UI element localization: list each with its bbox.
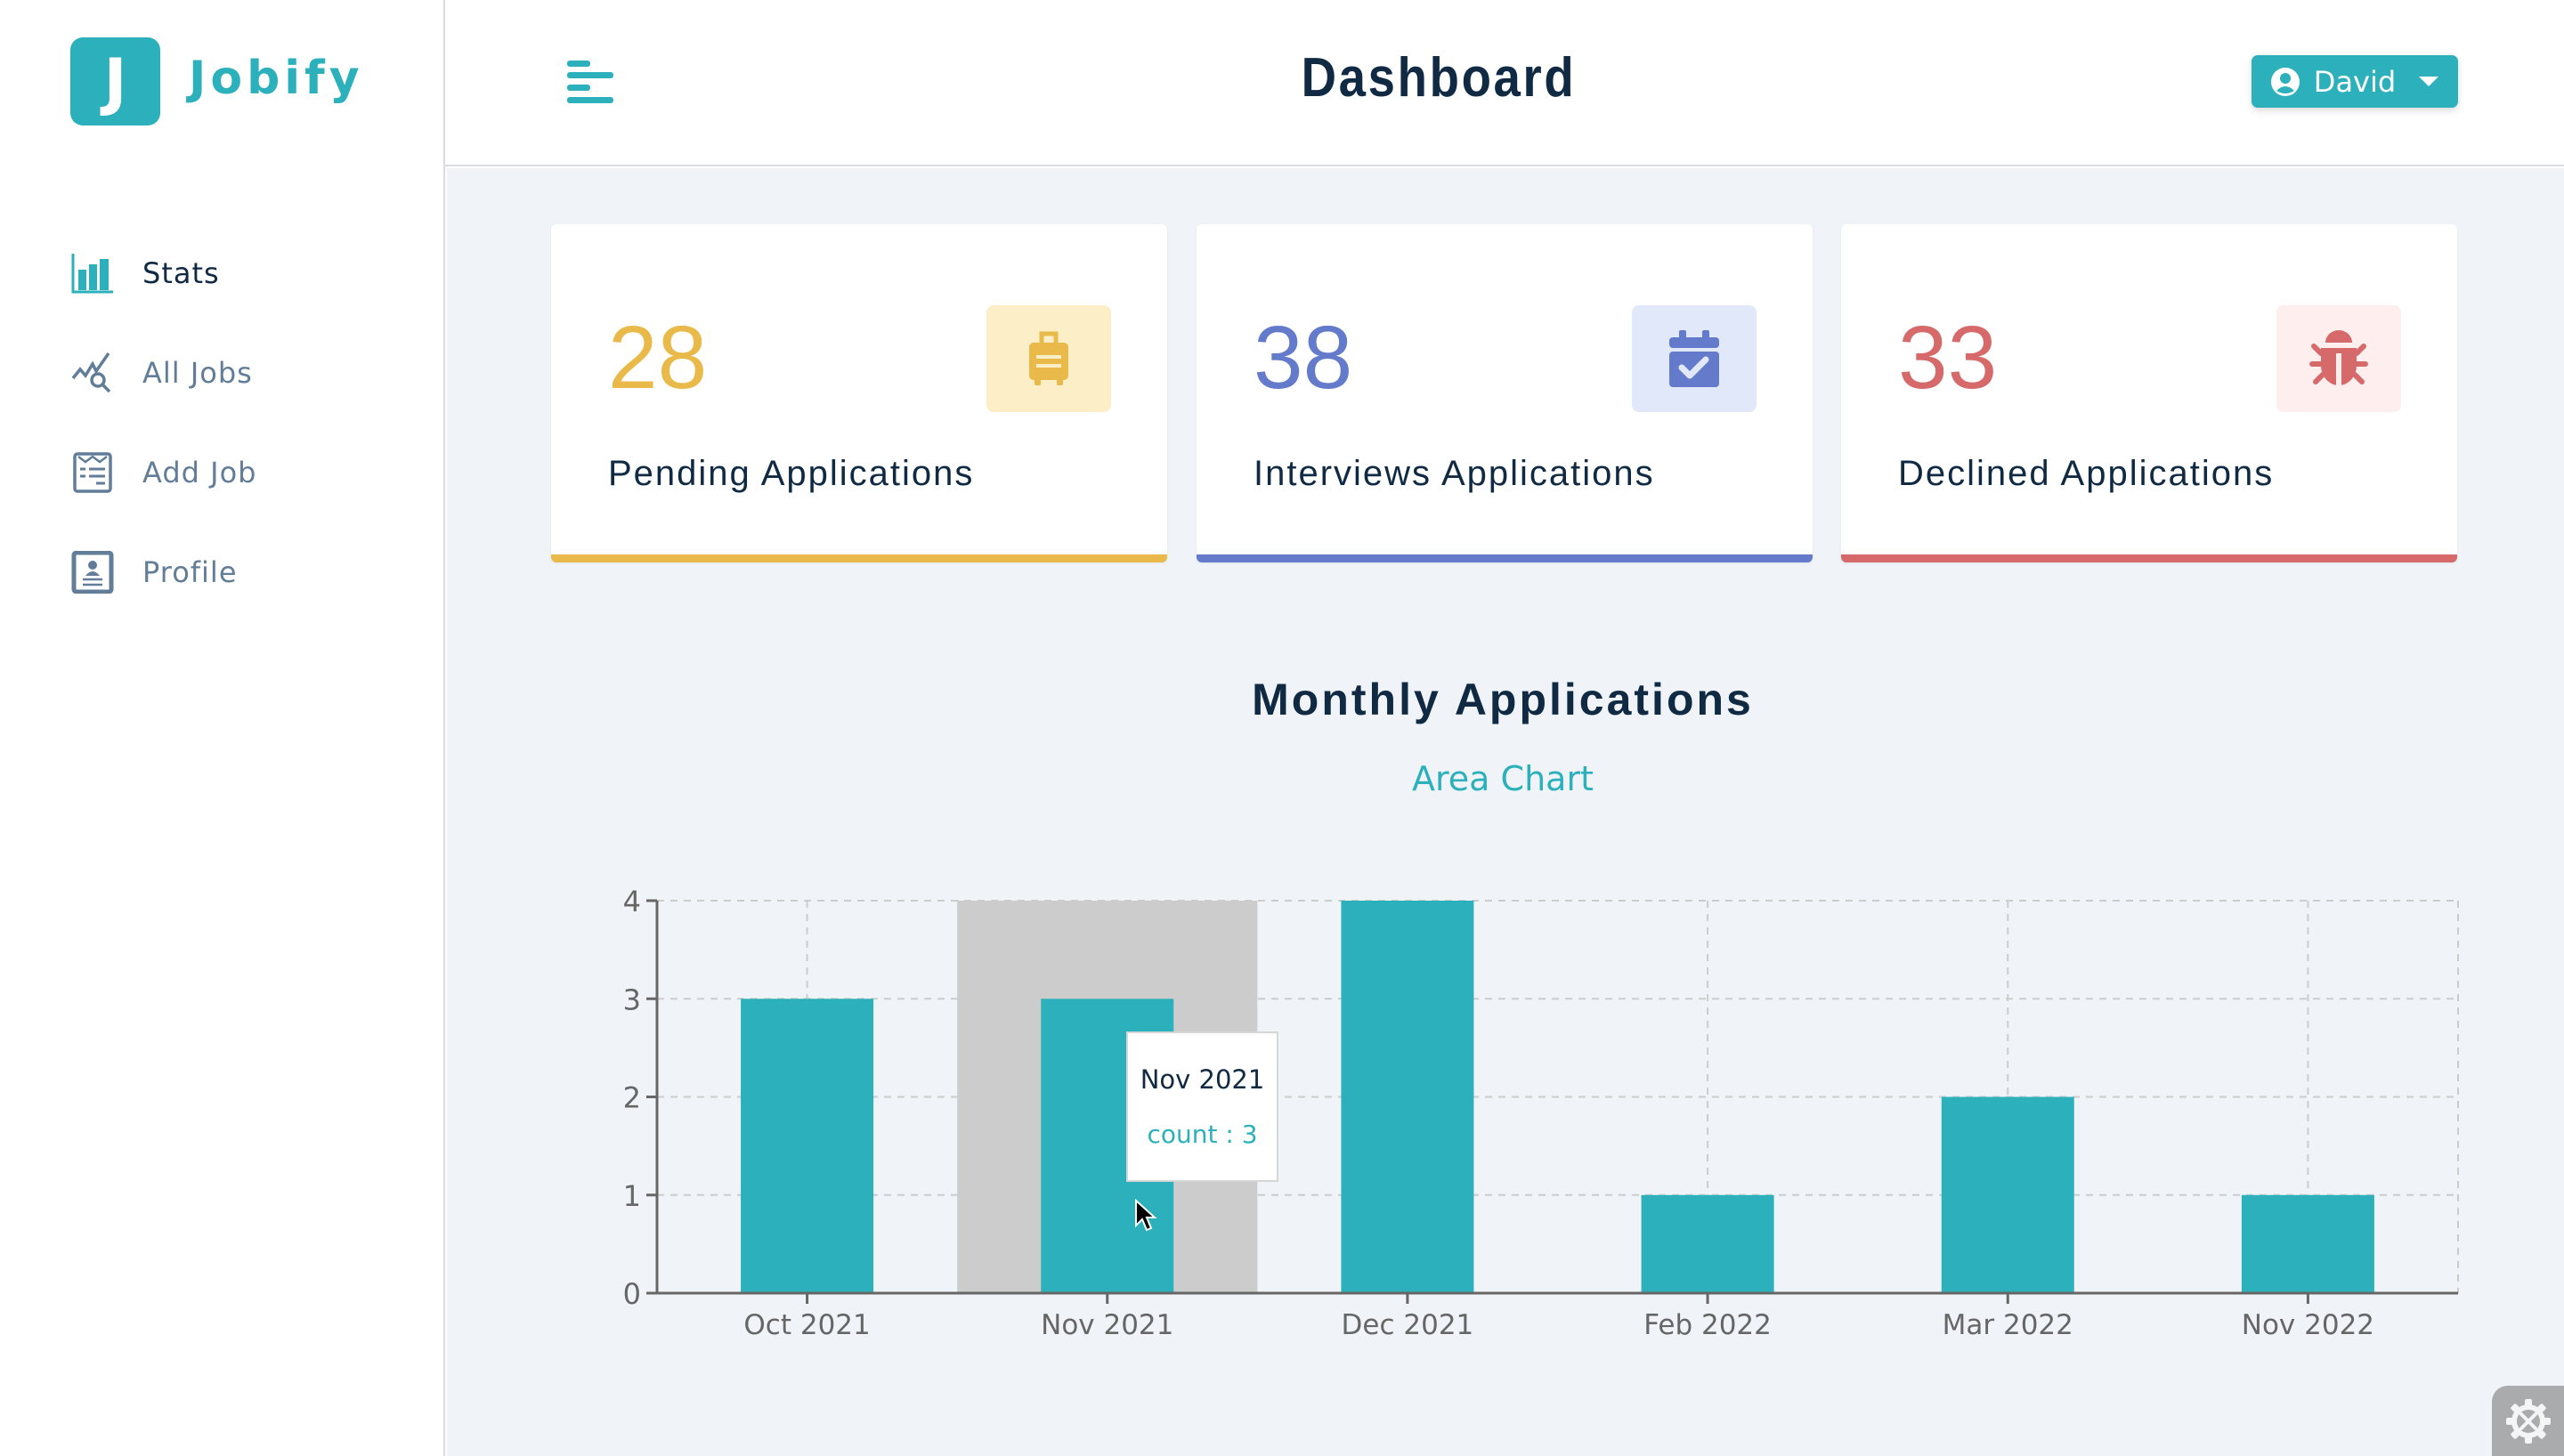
bar-chart-icon xyxy=(71,252,114,295)
mouse-cursor-icon xyxy=(1134,1198,1157,1237)
logo-text[interactable]: Jobify xyxy=(189,52,364,105)
sidebar-item-label: Profile xyxy=(142,555,238,589)
chart-search-icon xyxy=(71,352,114,394)
form-icon xyxy=(71,451,114,494)
tooltip-label: Nov 2021 xyxy=(1140,1064,1265,1095)
bar-dec-2021[interactable] xyxy=(1341,901,1474,1293)
tooltip-value: count : 3 xyxy=(1147,1120,1258,1149)
sidebar: J Jobify Stats All Jobs Add Job Profile xyxy=(0,0,445,1456)
bar-nov-2022[interactable] xyxy=(2241,1194,2374,1293)
id-card-icon xyxy=(71,551,114,594)
page-title: Dashboard xyxy=(1301,47,1577,109)
stat-label: Declined Applications xyxy=(1898,454,2275,493)
logo-icon[interactable]: J xyxy=(70,37,160,125)
stat-card-interviews: 38 Interviews Applications xyxy=(1197,224,1813,562)
sidebar-item-add-job[interactable]: Add Job xyxy=(71,446,256,499)
sidebar-item-label: All Jobs xyxy=(142,356,253,390)
calendar-check-icon xyxy=(1632,305,1757,412)
sidebar-item-profile[interactable]: Profile xyxy=(71,546,238,599)
chart-title: Monthly Applications xyxy=(1252,675,1754,724)
gear-wrench-icon[interactable] xyxy=(2492,1386,2564,1456)
sidebar-item-label: Stats xyxy=(142,256,220,290)
caret-down-icon xyxy=(2419,77,2439,86)
suitcase-icon xyxy=(986,305,1111,412)
sidebar-item-label: Add Job xyxy=(142,456,257,489)
bar-feb-2022[interactable] xyxy=(1641,1194,1774,1293)
stat-label: Pending Applications xyxy=(608,454,975,493)
chart-toggle-button[interactable]: Area Chart xyxy=(447,759,2559,798)
sidebar-item-stats[interactable]: Stats xyxy=(71,247,220,300)
stat-count: 33 xyxy=(1898,308,1998,408)
user-circle-icon xyxy=(2270,67,2300,96)
stat-card-pending: 28 Pending Applications xyxy=(551,224,1167,562)
sidebar-item-all-jobs[interactable]: All Jobs xyxy=(71,346,253,400)
stat-label: Interviews Applications xyxy=(1254,454,1655,493)
stat-count: 38 xyxy=(1254,308,1353,408)
bug-icon xyxy=(2276,305,2401,412)
top-navbar: Dashboard David xyxy=(445,0,2564,166)
bar-mar-2022[interactable] xyxy=(1941,1096,2074,1294)
stat-count: 28 xyxy=(608,308,708,408)
stat-card-declined: 33 Declined Applications xyxy=(1841,224,2457,562)
bar-oct-2021[interactable] xyxy=(741,999,874,1293)
user-menu-button[interactable]: David xyxy=(2252,55,2458,108)
chart-tooltip: Nov 2021 count : 3 xyxy=(1126,1031,1278,1182)
user-name: David xyxy=(2313,64,2397,99)
